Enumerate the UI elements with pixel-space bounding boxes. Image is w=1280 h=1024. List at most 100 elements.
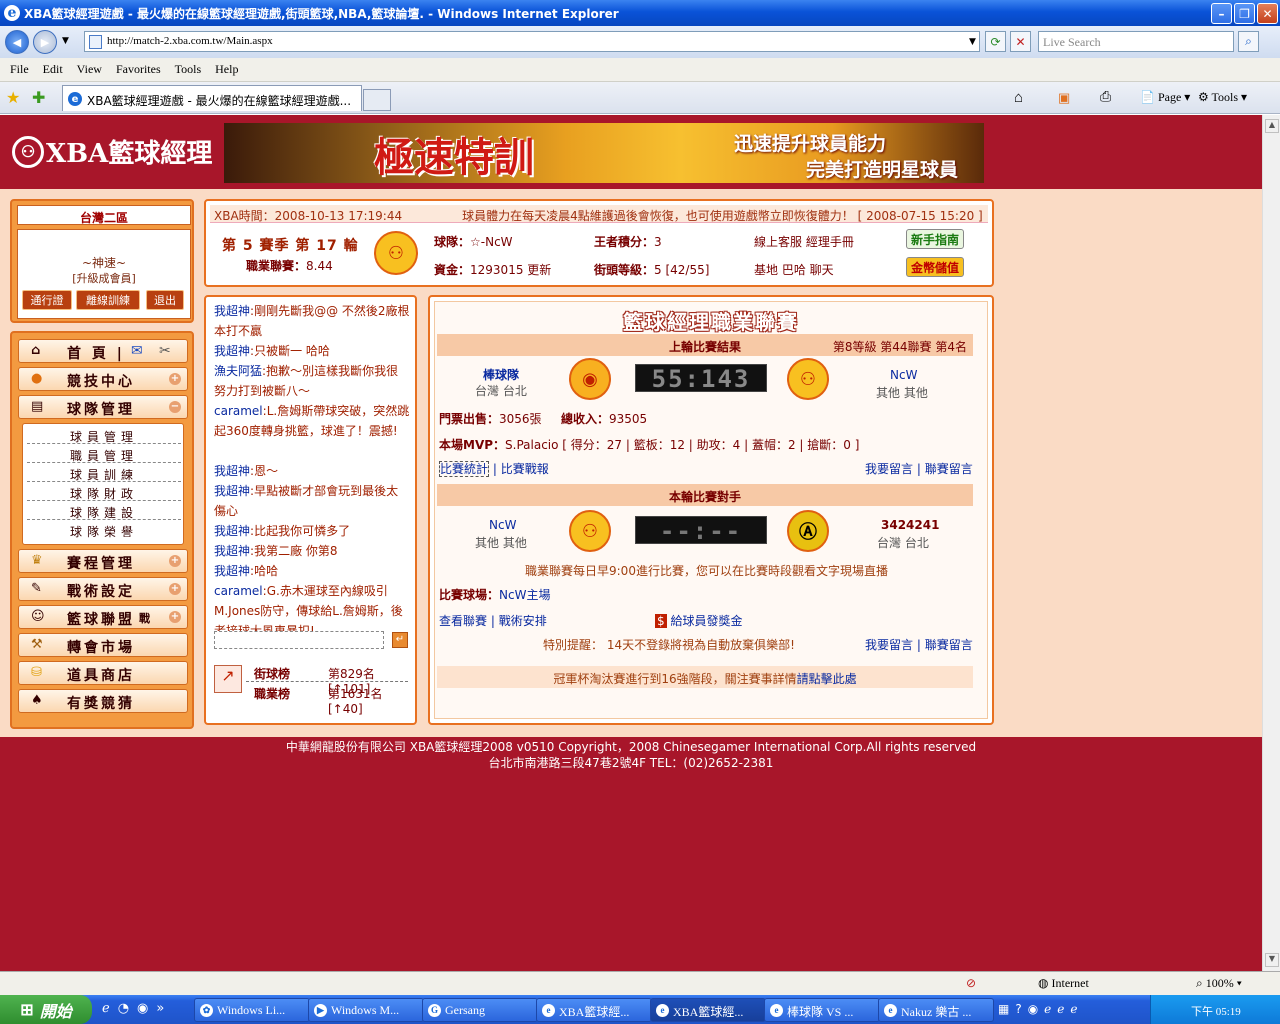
view-league-link[interactable]: 查看聯賽 (439, 614, 487, 628)
expand-icon[interactable]: + (169, 583, 181, 595)
support-links[interactable]: 線上客服 經理手冊 (754, 233, 854, 250)
stop-button[interactable]: ✕ (1010, 31, 1031, 52)
coin-recharge-button[interactable]: 金幣儲值 (906, 257, 964, 277)
team-value[interactable]: ☆-NcW (470, 235, 513, 249)
upgrade-member-link[interactable]: [升級成會員] (18, 270, 190, 286)
feeds-icon[interactable]: ▣ (1058, 90, 1070, 106)
address-dropdown-icon[interactable]: ▼ (962, 31, 983, 52)
submenu-training[interactable]: 球員訓練 (27, 464, 181, 482)
chat-user[interactable]: 我超神 (214, 484, 250, 498)
address-input[interactable]: http://match-2.xba.com.tw/Main.aspx (84, 31, 980, 52)
chat-user[interactable]: 我超神 (214, 344, 250, 358)
add-favorites-icon[interactable]: ✚ (32, 88, 45, 107)
start-button[interactable]: ⊞ 開始 (0, 995, 92, 1024)
tray-apps[interactable]: ▦?◉ℯℯℯ (998, 1002, 1083, 1016)
vertical-scrollbar[interactable]: ▲ ▼ (1262, 115, 1280, 971)
menu-schedule[interactable]: ♛ 賽程管理 + (18, 549, 188, 573)
page-menu[interactable]: 📄 Page ▾ (1140, 90, 1190, 105)
chat-user[interactable]: 我超神 (214, 304, 250, 318)
quick-launch[interactable]: ℯ◔◉» (102, 1001, 172, 1016)
task-windows-live[interactable]: ✿ Windows Li... (194, 998, 310, 1022)
scroll-up-icon[interactable]: ▲ (1265, 119, 1279, 133)
submenu-construction[interactable]: 球隊建設 (27, 502, 181, 520)
favorites-star-icon[interactable]: ★ (6, 88, 20, 107)
expand-icon[interactable]: + (169, 373, 181, 385)
menu-transfer[interactable]: ⚒ 轉會市場 (18, 633, 188, 657)
league-comment-link-2[interactable]: 聯賽留言 (925, 638, 973, 652)
task-xba-1[interactable]: e XBA籃球經... (536, 998, 652, 1022)
search-icon[interactable]: ⌕ (1238, 31, 1259, 52)
menu-shop[interactable]: ⛁ 道具商店 (18, 661, 188, 685)
chat-send-icon[interactable]: ↵ (392, 632, 408, 648)
chat-user[interactable]: caramel (214, 404, 263, 418)
back-button[interactable]: ◀ (5, 30, 29, 54)
menu-edit[interactable]: Edit (43, 62, 63, 77)
league-comment-link[interactable]: 聯賽留言 (925, 462, 973, 476)
chat-user[interactable]: 我超神 (214, 544, 250, 558)
newbie-guide-button[interactable]: 新手指南 (906, 229, 964, 249)
submenu-honors[interactable]: 球隊榮譽 (27, 521, 181, 539)
print-icon[interactable]: ⎙ (1100, 90, 1111, 106)
away-team-name[interactable]: NcW (890, 368, 917, 382)
offline-training-button[interactable]: 離線訓練 (76, 290, 140, 310)
expand-icon[interactable]: + (169, 611, 181, 623)
tools-icon[interactable]: ✂ (159, 343, 174, 359)
protected-mode-icon[interactable]: ⊘ (966, 976, 976, 991)
submenu-staff[interactable]: 職員管理 (27, 445, 181, 463)
site-logo[interactable]: ⚇ XBA籃球經理 (12, 133, 212, 170)
menu-tools[interactable]: Tools (175, 62, 202, 77)
chat-user[interactable]: 我超神 (214, 464, 250, 478)
update-link[interactable]: 更新 (527, 263, 551, 277)
clock[interactable]: 下午 05:19 (1191, 1006, 1241, 1018)
scroll-down-icon[interactable]: ▼ (1265, 953, 1279, 967)
cup-link[interactable]: 請點擊此處 (797, 672, 857, 686)
tab-xba[interactable]: e XBA籃球經理遊戲 - 最火爆的在線籃球經理遊戲... (62, 85, 362, 111)
maximize-button[interactable]: ❐ (1234, 3, 1255, 24)
tools-menu[interactable]: ⚙ Tools ▾ (1198, 90, 1247, 105)
menu-tactics[interactable]: ✎ 戰術設定 + (18, 577, 188, 601)
comment-link[interactable]: 我要留言 (865, 462, 913, 476)
logout-button[interactable]: 退出 (146, 290, 184, 310)
tactics-link[interactable]: 戰術安排 (499, 614, 547, 628)
home-icon[interactable]: ⌂ (1014, 90, 1023, 107)
new-tab-button[interactable] (363, 89, 391, 111)
menu-favorites[interactable]: Favorites (116, 62, 161, 77)
menu-lottery[interactable]: ♠ 有獎競猜 (18, 689, 188, 713)
ad-banner[interactable]: 極速特訓 迅速提升球員能力 完美打造明星球員 (224, 123, 984, 183)
report-link[interactable]: 比賽戰報 (501, 462, 549, 476)
task-windows-media[interactable]: ▶ Windows M... (308, 998, 424, 1022)
chat-user[interactable]: 我超神 (214, 524, 250, 538)
home-team-name[interactable]: 棒球隊 (483, 366, 519, 383)
menu-league[interactable]: ☺ 籃球聯盟戰 + (18, 605, 188, 629)
forward-button[interactable]: ▶ (33, 30, 57, 54)
expand-icon[interactable]: + (169, 555, 181, 567)
submenu-players[interactable]: 球員管理 (27, 426, 181, 444)
venue-value[interactable]: NcW主場 (499, 588, 550, 602)
search-input[interactable]: Live Search (1038, 31, 1234, 52)
chat-input[interactable] (214, 631, 384, 649)
menu-home[interactable]: ⌂ 首 頁 | ✉ ✂ (18, 339, 188, 363)
minimize-button[interactable]: – (1211, 3, 1232, 24)
menu-team[interactable]: ▤ 球隊管理 − (18, 395, 188, 419)
menu-file[interactable]: File (10, 62, 29, 77)
next-home-team[interactable]: NcW (489, 518, 516, 532)
next-away-team[interactable]: 3424241 (881, 518, 939, 532)
menu-arena[interactable]: ● 競技中心 + (18, 367, 188, 391)
comment-link-2[interactable]: 我要留言 (865, 638, 913, 652)
submenu-finance[interactable]: 球隊財政 (27, 483, 181, 501)
menu-view[interactable]: View (77, 62, 102, 77)
pass-button[interactable]: 通行證 (22, 290, 72, 310)
stats-link[interactable]: 比賽統計 (439, 461, 490, 477)
chat-user[interactable]: 我超神 (214, 564, 250, 578)
menu-help[interactable]: Help (215, 62, 238, 77)
zoom-control[interactable]: ⌕ 100% ▾ (1196, 976, 1242, 991)
chat-user[interactable]: caramel (214, 584, 263, 598)
bonus-link[interactable]: 給球員發獎金 (670, 614, 742, 628)
mail-icon[interactable]: ✉ (131, 343, 146, 359)
task-xba-2[interactable]: e XBA籃球經... (650, 998, 766, 1022)
chat-user[interactable]: 漁夫阿猛 (214, 364, 262, 378)
refresh-button[interactable]: ⟳ (985, 31, 1006, 52)
community-links[interactable]: 基地 巴哈 聊天 (754, 261, 834, 278)
close-button[interactable]: ✕ (1257, 3, 1278, 24)
task-nakuz[interactable]: e Nakuz 樂古 ... (878, 998, 994, 1022)
